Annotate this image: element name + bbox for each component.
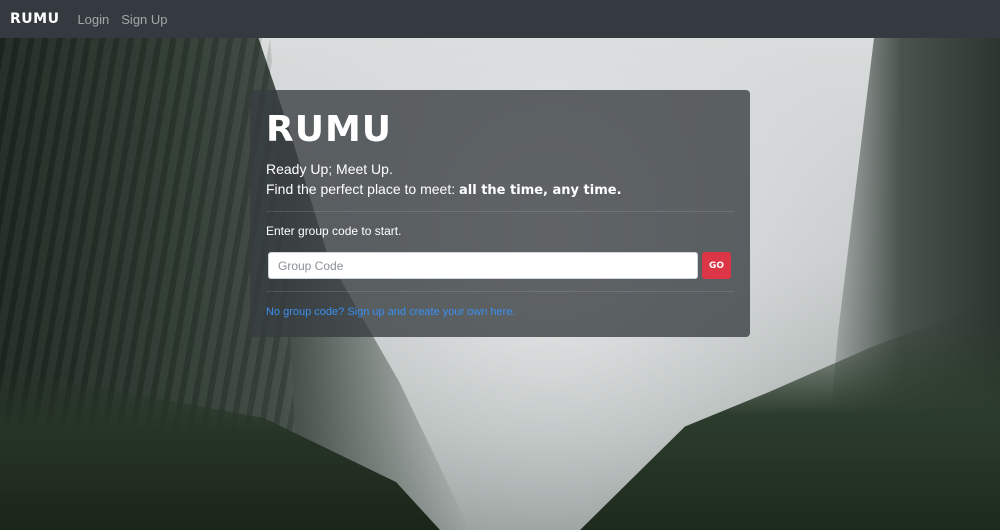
- group-code-label: Enter group code to start.: [266, 224, 402, 238]
- top-navbar: RUMU Login Sign Up: [0, 0, 1000, 38]
- hero-description: Find the perfect place to meet: all the …: [266, 181, 622, 198]
- group-code-input[interactable]: [268, 252, 698, 279]
- signup-create-link[interactable]: No group code? Sign up and create your o…: [266, 306, 516, 318]
- nav-signup-link[interactable]: Sign Up: [121, 12, 167, 27]
- hero-description-emphasis: all the time, any time.: [459, 183, 622, 198]
- hero-description-text: Find the perfect place to meet:: [266, 181, 459, 197]
- hero-logo: RUMU: [266, 109, 393, 150]
- hero-tagline: Ready Up; Meet Up.: [266, 161, 393, 177]
- brand-logo[interactable]: RUMU: [10, 11, 59, 27]
- hero-card: RUMU Ready Up; Meet Up. Find the perfect…: [250, 90, 750, 337]
- go-button[interactable]: GO: [702, 252, 731, 279]
- nav-login-link[interactable]: Login: [77, 12, 109, 27]
- divider: [266, 291, 734, 292]
- divider: [266, 211, 734, 212]
